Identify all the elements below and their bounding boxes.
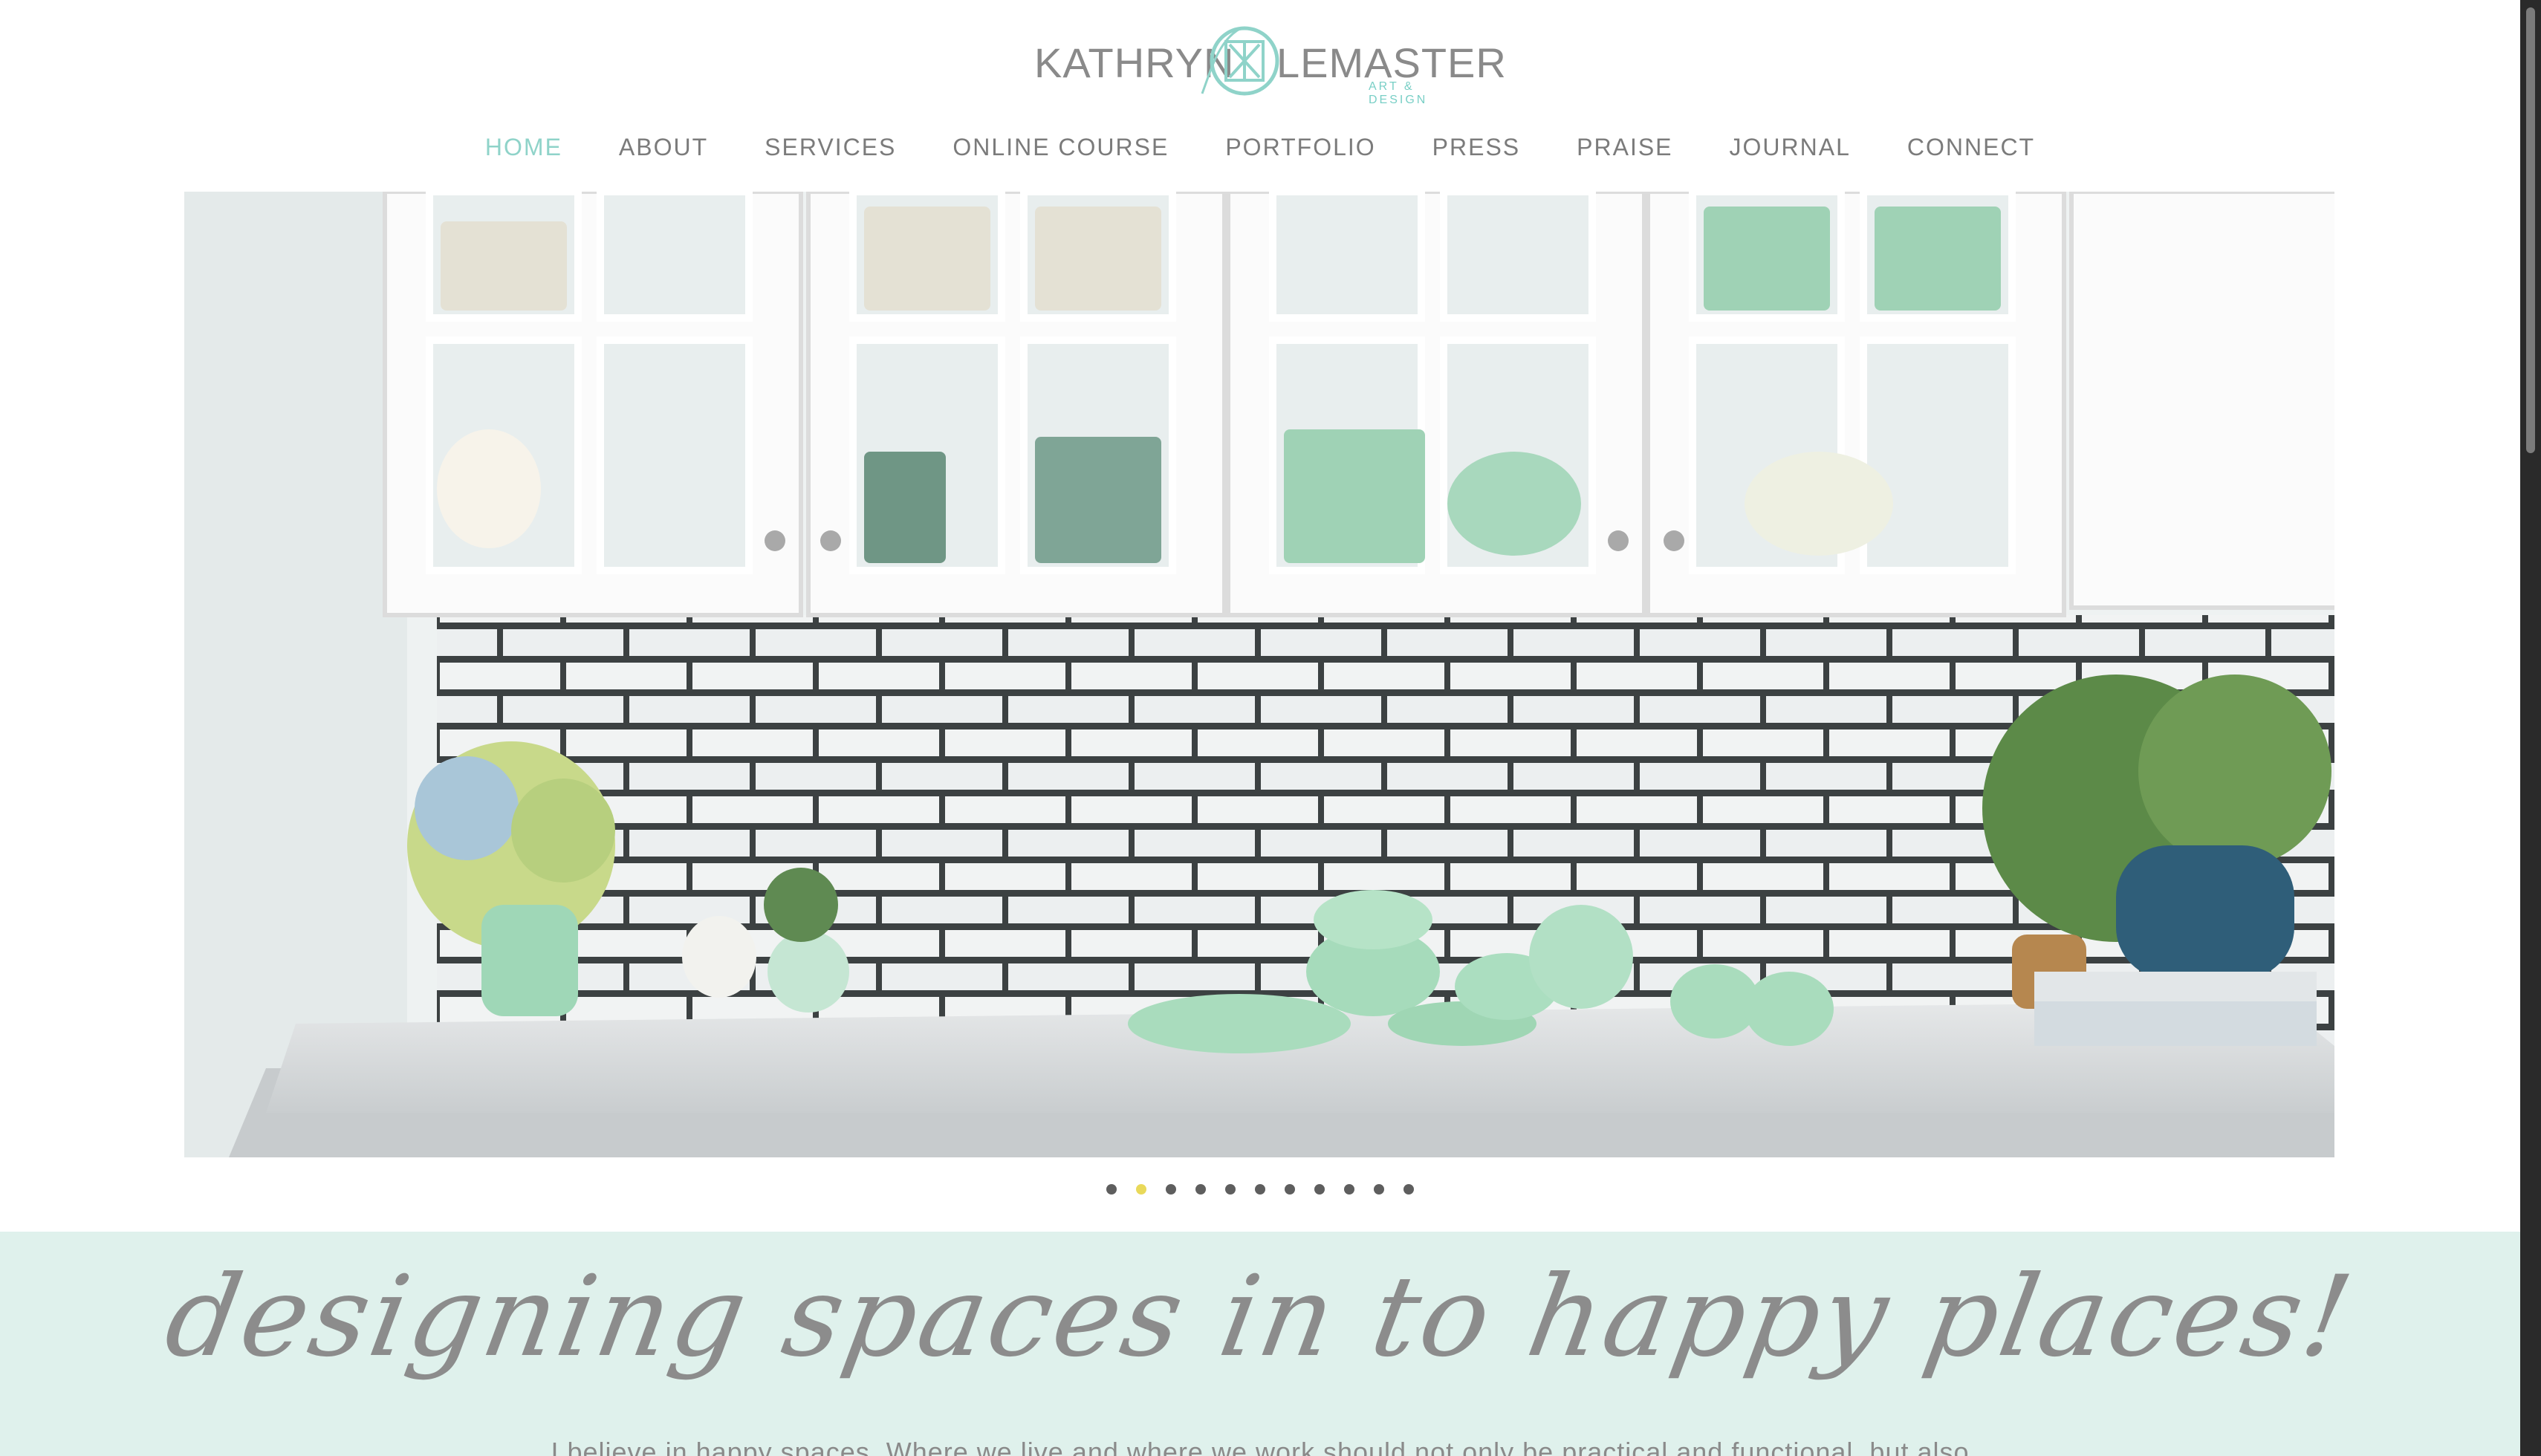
slider-dot[interactable]	[1255, 1184, 1265, 1195]
scrollbar-thumb[interactable]	[2526, 7, 2535, 453]
nav-about[interactable]: ABOUT	[591, 131, 736, 163]
slider-dot[interactable]	[1344, 1184, 1354, 1195]
intro-section: designing spaces in to happy places! I b…	[0, 1232, 2520, 1456]
nav-online-course[interactable]: ONLINE COURSE	[924, 131, 1197, 163]
nav-home[interactable]: HOME	[457, 131, 591, 163]
intro-headline: designing spaces in to happy places!	[157, 1252, 2363, 1382]
slider-dot[interactable]	[1195, 1184, 1206, 1195]
slider-dot[interactable]	[1166, 1184, 1176, 1195]
nav-portfolio[interactable]: PORTFOLIO	[1197, 131, 1403, 163]
logo-tagline: ART & DESIGN	[1369, 80, 1428, 106]
nav-praise[interactable]: PRAISE	[1548, 131, 1701, 163]
nav-connect[interactable]: CONNECT	[1879, 131, 2063, 163]
main-nav: HOME ABOUT SERVICES ONLINE COURSE PORTFO…	[0, 131, 2520, 163]
slider-dot-active[interactable]	[1136, 1184, 1146, 1195]
nav-services[interactable]: SERVICES	[736, 131, 924, 163]
page-scrollbar[interactable]	[2520, 0, 2541, 1456]
slider-dot[interactable]	[1285, 1184, 1295, 1195]
intro-body-text: I believe in happy spaces. Where we live…	[551, 1437, 1970, 1456]
slider-dot[interactable]	[1374, 1184, 1384, 1195]
kitchen-photo	[184, 192, 2334, 1157]
browser-viewport: KATHRYN LEMASTER ART & DESIGN HOME ABOUT…	[0, 0, 2520, 1456]
slider-pagination	[0, 1184, 2520, 1202]
site-logo[interactable]: KATHRYN LEMASTER ART & DESIGN	[1033, 25, 1506, 106]
slider-dot[interactable]	[1225, 1184, 1236, 1195]
hero-slide-image[interactable]	[184, 192, 2334, 1157]
slider-dot[interactable]	[1403, 1184, 1414, 1195]
slider-dot[interactable]	[1106, 1184, 1117, 1195]
nav-journal[interactable]: JOURNAL	[1701, 131, 1879, 163]
nav-press[interactable]: PRESS	[1404, 131, 1548, 163]
slider-dot[interactable]	[1314, 1184, 1325, 1195]
